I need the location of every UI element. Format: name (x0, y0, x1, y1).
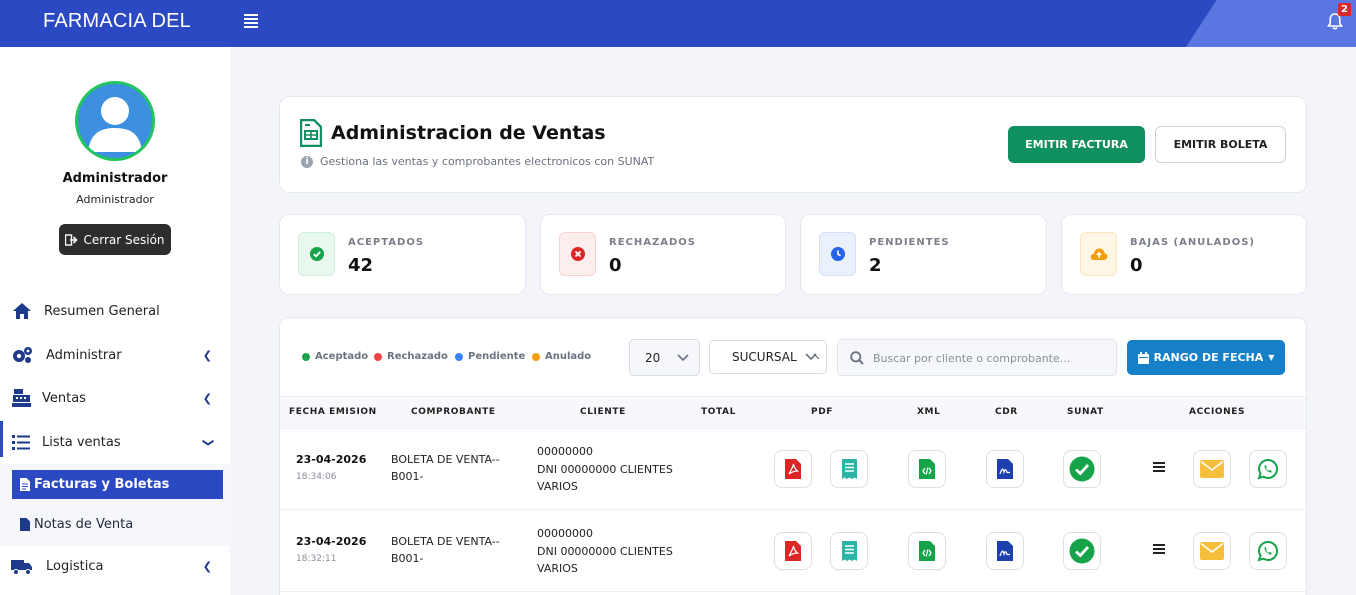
cdr-button[interactable] (986, 532, 1024, 570)
table-row: 23-04-2026 18:34:06 BOLETA DE VENTA-- B00… (280, 429, 1306, 510)
sucursal-select[interactable]: SUCURSAL (709, 340, 827, 374)
home-icon (13, 303, 31, 319)
cdr-button[interactable] (986, 450, 1024, 488)
user-icon (88, 97, 142, 152)
avatar (75, 81, 155, 161)
subnav-notas-venta[interactable]: Notas de Venta (12, 510, 223, 539)
file-signature-icon (997, 541, 1013, 561)
stat-card-pendientes: PENDIENTES 2 (800, 214, 1047, 295)
cash-register-icon (12, 389, 31, 407)
page-size-select[interactable]: 20 (629, 339, 700, 376)
stat-value-bajas: 0 (1130, 255, 1143, 276)
legend-aceptado: Aceptado (302, 351, 368, 362)
stat-card-bajas: BAJAS (ANULADOS) 0 (1061, 214, 1307, 295)
file-invoice-icon (300, 119, 322, 147)
file-pdf-icon (785, 459, 801, 479)
x-circle-icon (570, 247, 585, 261)
check-circle-icon (1069, 538, 1095, 564)
sunat-status-button[interactable] (1063, 532, 1101, 570)
whatsapp-icon (1257, 458, 1279, 480)
top-navbar: FARMACIA DEL 2 (0, 0, 1356, 47)
profile-name: Administrador (62, 171, 168, 186)
sidebar-item-administrar[interactable]: Administrar ❮ (0, 337, 230, 373)
sidebar-item-lista-ventas[interactable]: Lista ventas ❮ (0, 424, 230, 460)
pdf-button[interactable] (774, 450, 812, 488)
sidebar-item-ventas[interactable]: Ventas ❮ (0, 380, 230, 416)
search-input[interactable] (873, 349, 1108, 367)
file-code-icon (919, 459, 935, 479)
subnav-facturas-boletas[interactable]: Facturas y Boletas (12, 470, 223, 499)
stat-value-rechazados: 0 (609, 255, 622, 276)
emitir-factura-button[interactable]: EMITIR FACTURA (1008, 126, 1145, 163)
logout-button[interactable]: Cerrar Sesión (59, 224, 171, 255)
info-icon: i (301, 156, 313, 168)
whatsapp-icon (1257, 540, 1279, 562)
stat-value-pendientes: 2 (869, 255, 882, 276)
email-button[interactable] (1193, 532, 1231, 570)
stat-card-aceptados: ACEPTADOS 42 (279, 214, 526, 295)
pdf-button[interactable] (774, 532, 812, 570)
chevron-down-icon (677, 354, 689, 362)
stat-card-rechazados: RECHAZADOS 0 (540, 214, 786, 295)
xml-button[interactable] (908, 450, 946, 488)
brand-title[interactable]: FARMACIA DEL (43, 10, 191, 33)
date-range-button[interactable]: RANGO DE FECHA ▼ (1127, 340, 1285, 375)
page-subtitle: Gestiona las ventas y comprobantes elect… (320, 155, 655, 168)
truck-icon (11, 560, 32, 575)
more-actions-icon[interactable] (1153, 544, 1165, 556)
legend-anulado: Anulado (532, 351, 591, 362)
envelope-icon (1200, 542, 1224, 560)
check-circle-icon (1069, 456, 1095, 482)
emitir-boleta-button[interactable]: EMITIR BOLETA (1155, 126, 1286, 163)
caret-down-icon: ▼ (1268, 353, 1275, 362)
receipt-icon (841, 459, 857, 479)
legend-pendiente: Pendiente (455, 351, 525, 362)
clock-icon (830, 247, 845, 261)
gears-icon (13, 347, 32, 363)
table-header: FECHA EMISION COMPROBANTE CLIENTE TOTAL … (280, 396, 1306, 429)
chevron-left-icon: ❮ (202, 391, 212, 405)
search-icon (850, 351, 864, 365)
file-icon (20, 518, 30, 531)
sidebar: Administrador Administrador Cerrar Sesió… (0, 47, 230, 595)
profile-role: Administrador (76, 193, 154, 206)
file-signature-icon (997, 459, 1013, 479)
sign-out-icon (65, 233, 79, 246)
envelope-icon (1200, 460, 1224, 478)
sales-table-card: Aceptado Rechazado Pendiente Anulado 20 … (279, 317, 1307, 595)
whatsapp-button[interactable] (1249, 450, 1287, 488)
more-actions-icon[interactable] (1153, 462, 1165, 474)
chevron-left-icon: ❮ (202, 348, 212, 362)
list-icon (12, 435, 30, 450)
email-button[interactable] (1193, 450, 1231, 488)
stat-value-aceptados: 42 (348, 255, 374, 276)
file-pdf-icon (785, 541, 801, 561)
xml-button[interactable] (908, 532, 946, 570)
file-code-icon (919, 541, 935, 561)
ticket-button[interactable] (830, 532, 868, 570)
calendar-icon (1137, 351, 1149, 364)
table-row: 23-04-2026 18:32:11 BOLETA DE VENTA-- B00… (280, 511, 1306, 592)
chevron-down-icon (805, 353, 820, 361)
whatsapp-button[interactable] (1249, 532, 1287, 570)
chevron-down-icon: ❮ (200, 437, 214, 447)
receipt-icon (841, 541, 857, 561)
hamburger-menu-icon[interactable] (244, 14, 258, 28)
chevron-left-icon: ❮ (202, 559, 212, 573)
ticket-button[interactable] (830, 450, 868, 488)
check-circle-icon (309, 247, 324, 261)
cloud-upload-icon (1090, 248, 1107, 260)
page-title: Administracion de Ventas (331, 122, 606, 144)
sidebar-item-logistica[interactable]: Logistica ❮ (0, 548, 230, 584)
submenu-lista-ventas: Facturas y Boletas Notas de Venta (0, 464, 230, 546)
sidebar-item-resumen-general[interactable]: Resumen General (0, 293, 230, 329)
file-icon (20, 478, 30, 491)
sunat-status-button[interactable] (1063, 450, 1101, 488)
legend-rechazado: Rechazado (374, 351, 448, 362)
search-field[interactable] (837, 339, 1117, 376)
notification-badge: 2 (1338, 3, 1351, 16)
page-header-card: Administracion de Ventas i Gestiona las … (279, 96, 1307, 193)
